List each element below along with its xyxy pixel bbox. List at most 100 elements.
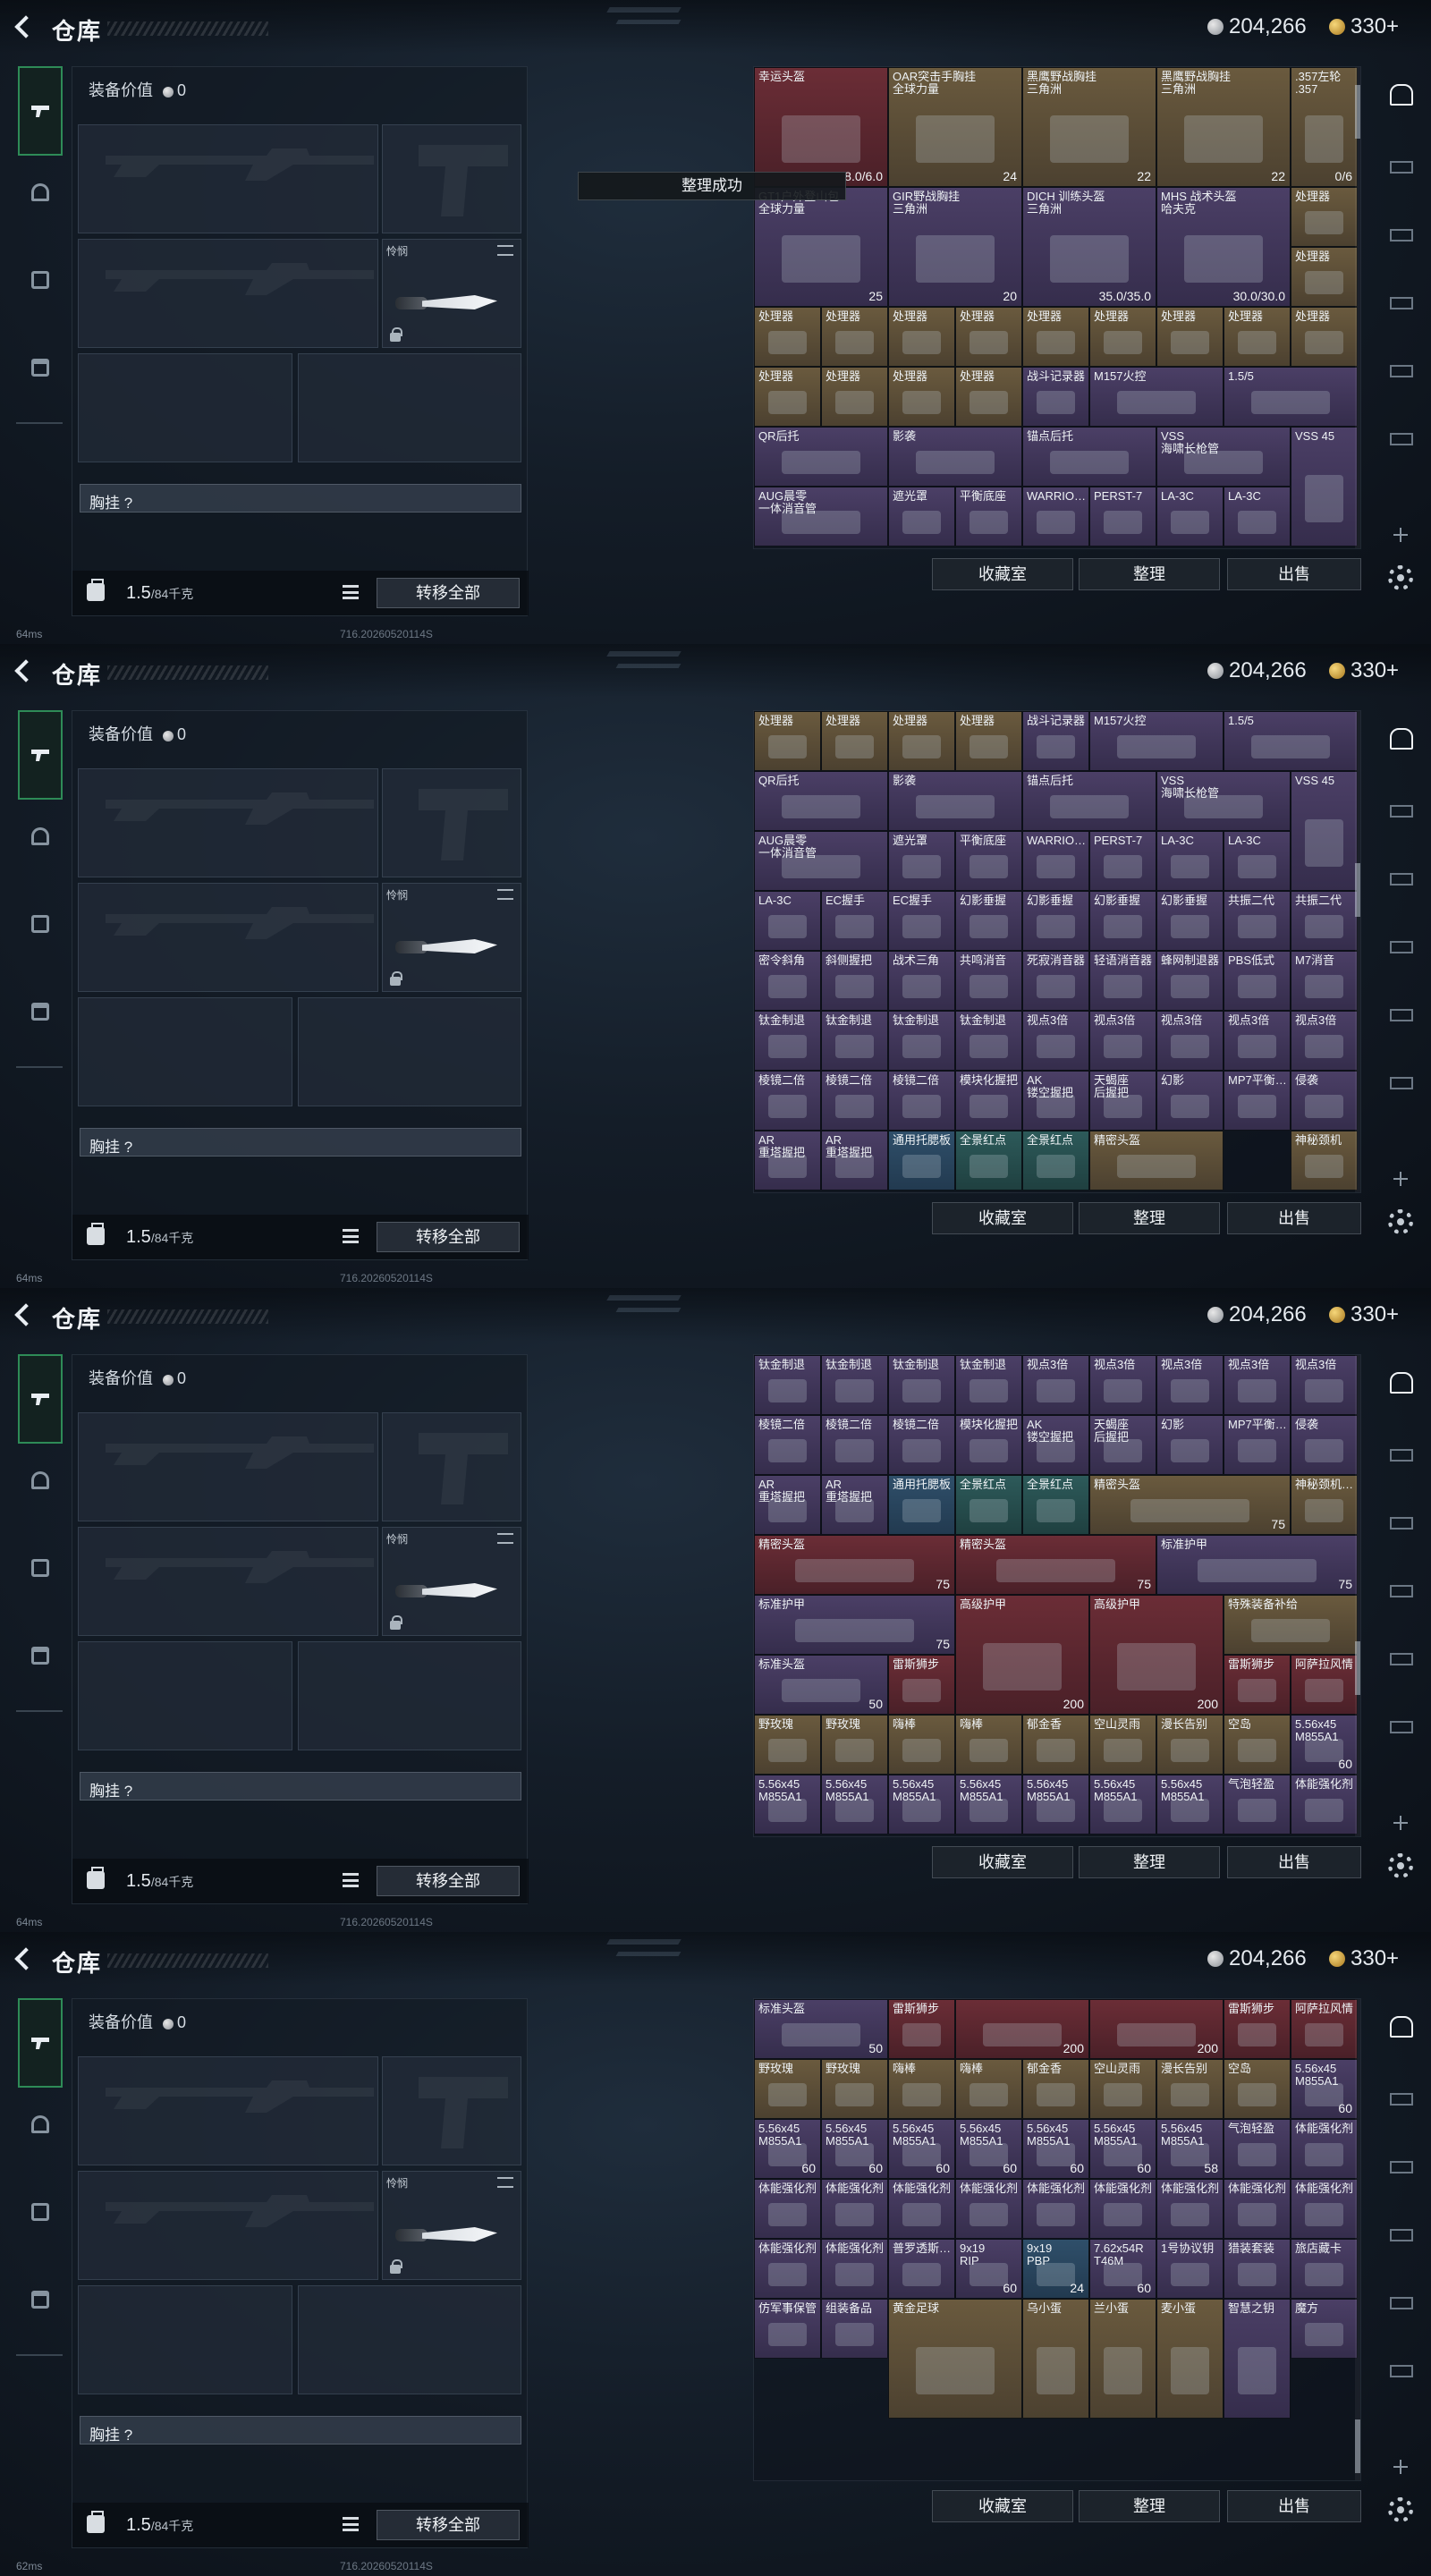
inventory-item[interactable]: 处理器 [754, 307, 821, 367]
storage-tab-main[interactable] [1381, 2009, 1420, 2045]
inventory-item[interactable]: 魔方 [1291, 2299, 1358, 2359]
inventory-item[interactable]: 1.5/5 [1224, 711, 1358, 771]
inventory-item[interactable]: 智慧之钥 [1224, 2299, 1291, 2419]
inventory-item[interactable]: 黑鹰野战胸挂 三角洲 22 [1156, 67, 1291, 187]
transfer-all-button[interactable]: 转移全部 [377, 2510, 520, 2540]
inventory-item[interactable]: 全景红点 [955, 1475, 1022, 1535]
gold-currency[interactable]: 330+ [1329, 14, 1399, 39]
primary-weapon-slot[interactable] [78, 768, 378, 877]
inventory-item[interactable]: 嗨棒 [955, 1715, 1022, 1775]
inventory-item[interactable]: 5.56x45 M855A1 [888, 1775, 955, 1835]
inventory-item[interactable]: 通用托腮板 [888, 1475, 955, 1535]
inventory-item[interactable]: VSS 45 [1291, 427, 1358, 547]
inventory-item[interactable]: 视点3倍 [1291, 1355, 1358, 1415]
inventory-item[interactable]: 200 [1089, 1999, 1224, 2059]
inventory-item[interactable]: 乌小蛋 [1022, 2299, 1089, 2419]
inventory-item[interactable]: 体能强化剂 [1089, 2179, 1156, 2239]
list-icon[interactable] [343, 2517, 359, 2531]
inventory-item[interactable]: 200 [955, 1999, 1089, 2059]
list-icon[interactable] [343, 585, 359, 599]
inventory-item[interactable]: AK 镂空握把 [1022, 1415, 1089, 1475]
inventory-item[interactable]: 标准护甲 75 [1156, 1535, 1358, 1595]
inventory-item[interactable]: 全景红点 [955, 1131, 1022, 1191]
inventory-item[interactable]: 处理器 [955, 711, 1022, 771]
transfer-all-button[interactable]: 转移全部 [377, 1866, 520, 1896]
swap-icon[interactable] [497, 245, 513, 256]
pistol-slot[interactable] [382, 1412, 521, 1521]
storage-tab[interactable] [1381, 1436, 1420, 1472]
scroll-thumb[interactable] [1355, 85, 1360, 139]
storage-tab[interactable] [1381, 284, 1420, 320]
storage-tab[interactable] [1381, 2216, 1420, 2252]
armor-slot[interactable] [298, 997, 521, 1106]
inventory-item[interactable]: 5.56x45 M855A1 [754, 1775, 821, 1835]
inventory-item[interactable]: 处理器 [821, 307, 888, 367]
pistol-slot[interactable] [382, 2056, 521, 2165]
inventory-item[interactable]: 幻影 [1156, 1071, 1224, 1131]
inventory-item[interactable]: 钛金制退 [888, 1355, 955, 1415]
swap-icon[interactable] [497, 889, 513, 900]
inventory-item[interactable]: VSS 海啸长枪管 [1156, 771, 1291, 831]
storage-tab-main[interactable] [1381, 77, 1420, 113]
storage-tab[interactable] [1381, 996, 1420, 1032]
inventory-item[interactable]: AR 重塔握把 [821, 1475, 888, 1535]
add-storage-icon[interactable] [1393, 2460, 1408, 2474]
inventory-item[interactable]: 精密头盔 75 [1089, 1475, 1291, 1535]
inventory-item[interactable]: 气泡轻盈 [1224, 2119, 1291, 2179]
storage-tab[interactable] [1381, 792, 1420, 828]
inventory-item[interactable]: AR 重塔握把 [821, 1131, 888, 1191]
inventory-item[interactable]: 斜侧握把 [821, 951, 888, 1011]
gold-currency[interactable]: 330+ [1329, 1302, 1399, 1327]
inventory-item[interactable]: 体能强化剂 [821, 2239, 888, 2299]
inventory-item[interactable]: 高级护甲 200 [1089, 1595, 1224, 1715]
list-icon[interactable] [343, 1229, 359, 1243]
secondary-weapon-slot[interactable] [78, 883, 378, 992]
inventory-item[interactable]: 幻影垂握 [955, 891, 1022, 951]
inventory-item[interactable]: 5.56x45 M855A1 [821, 1775, 888, 1835]
storage-tab[interactable] [1381, 928, 1420, 964]
inventory-item[interactable]: 共振二代 [1291, 891, 1358, 951]
inventory-item[interactable]: 5.56x45 M855A1 60 [888, 2119, 955, 2179]
inventory-item[interactable]: VSS 45 [1291, 771, 1358, 891]
inventory-item[interactable]: LA-3C [1224, 831, 1291, 891]
inventory-item[interactable]: 视点3倍 [1156, 1355, 1224, 1415]
storage-tab[interactable] [1381, 352, 1420, 388]
inventory-item[interactable]: 棱镜二倍 [754, 1415, 821, 1475]
secondary-weapon-slot[interactable] [78, 239, 378, 348]
inventory-item[interactable]: PERST-7 [1089, 831, 1156, 891]
back-arrow-icon[interactable] [13, 658, 36, 682]
inventory-item[interactable]: 兰小蛋 [1089, 2299, 1156, 2419]
collection-button[interactable]: 收藏室 [932, 558, 1073, 590]
inventory-item[interactable]: 平衡底座 [955, 831, 1022, 891]
pistol-slot[interactable] [382, 124, 521, 233]
inventory-item[interactable]: 体能强化剂 [754, 2179, 821, 2239]
inventory-item[interactable]: 侵袭 [1291, 1415, 1358, 1475]
transfer-all-button[interactable]: 转移全部 [377, 578, 520, 608]
inventory-item[interactable]: 精密头盔 [1089, 1131, 1224, 1191]
inventory-item[interactable]: 体能强化剂 [1291, 2179, 1358, 2239]
warehouse-grid[interactable]: 处理器 处理器 处理器 处理器 战斗记录器 M157火控 1.5/5 QR后托 影袭 锚点后托 VS… [753, 710, 1361, 1193]
helmet-slot[interactable] [78, 997, 292, 1106]
inventory-item[interactable]: 视点3倍 [1224, 1355, 1291, 1415]
nav-backpack[interactable] [20, 991, 61, 1032]
settings-gear-icon[interactable] [1388, 1853, 1413, 1878]
inventory-item[interactable]: PERST-7 [1089, 487, 1156, 547]
helmet-slot[interactable] [78, 1641, 292, 1750]
inventory-item[interactable]: 处理器 [754, 711, 821, 771]
inventory-item[interactable]: 幻影垂握 [1156, 891, 1224, 951]
helmet-slot[interactable] [78, 2285, 292, 2394]
storage-tab[interactable] [1381, 216, 1420, 252]
sort-button[interactable]: 整理 [1079, 2490, 1220, 2522]
inventory-item[interactable]: 雷斯狮步 [888, 1999, 955, 2059]
settings-gear-icon[interactable] [1388, 1209, 1413, 1234]
nav-weapons[interactable] [18, 1354, 63, 1444]
inventory-item[interactable]: 体能强化剂 [1291, 1775, 1358, 1835]
inventory-item[interactable]: GT1户外登山包 全球力量25 [754, 187, 888, 307]
secondary-weapon-slot[interactable] [78, 2171, 378, 2280]
nav-backpack[interactable] [20, 2279, 61, 2320]
inventory-item[interactable]: 5.56x45 M855A1 [1089, 1775, 1156, 1835]
inventory-item[interactable]: 视点3倍 [1022, 1011, 1089, 1071]
inventory-item[interactable]: AR 重塔握把 [754, 1131, 821, 1191]
inventory-item[interactable]: 处理器 [1224, 307, 1291, 367]
pistol-slot[interactable] [382, 768, 521, 877]
